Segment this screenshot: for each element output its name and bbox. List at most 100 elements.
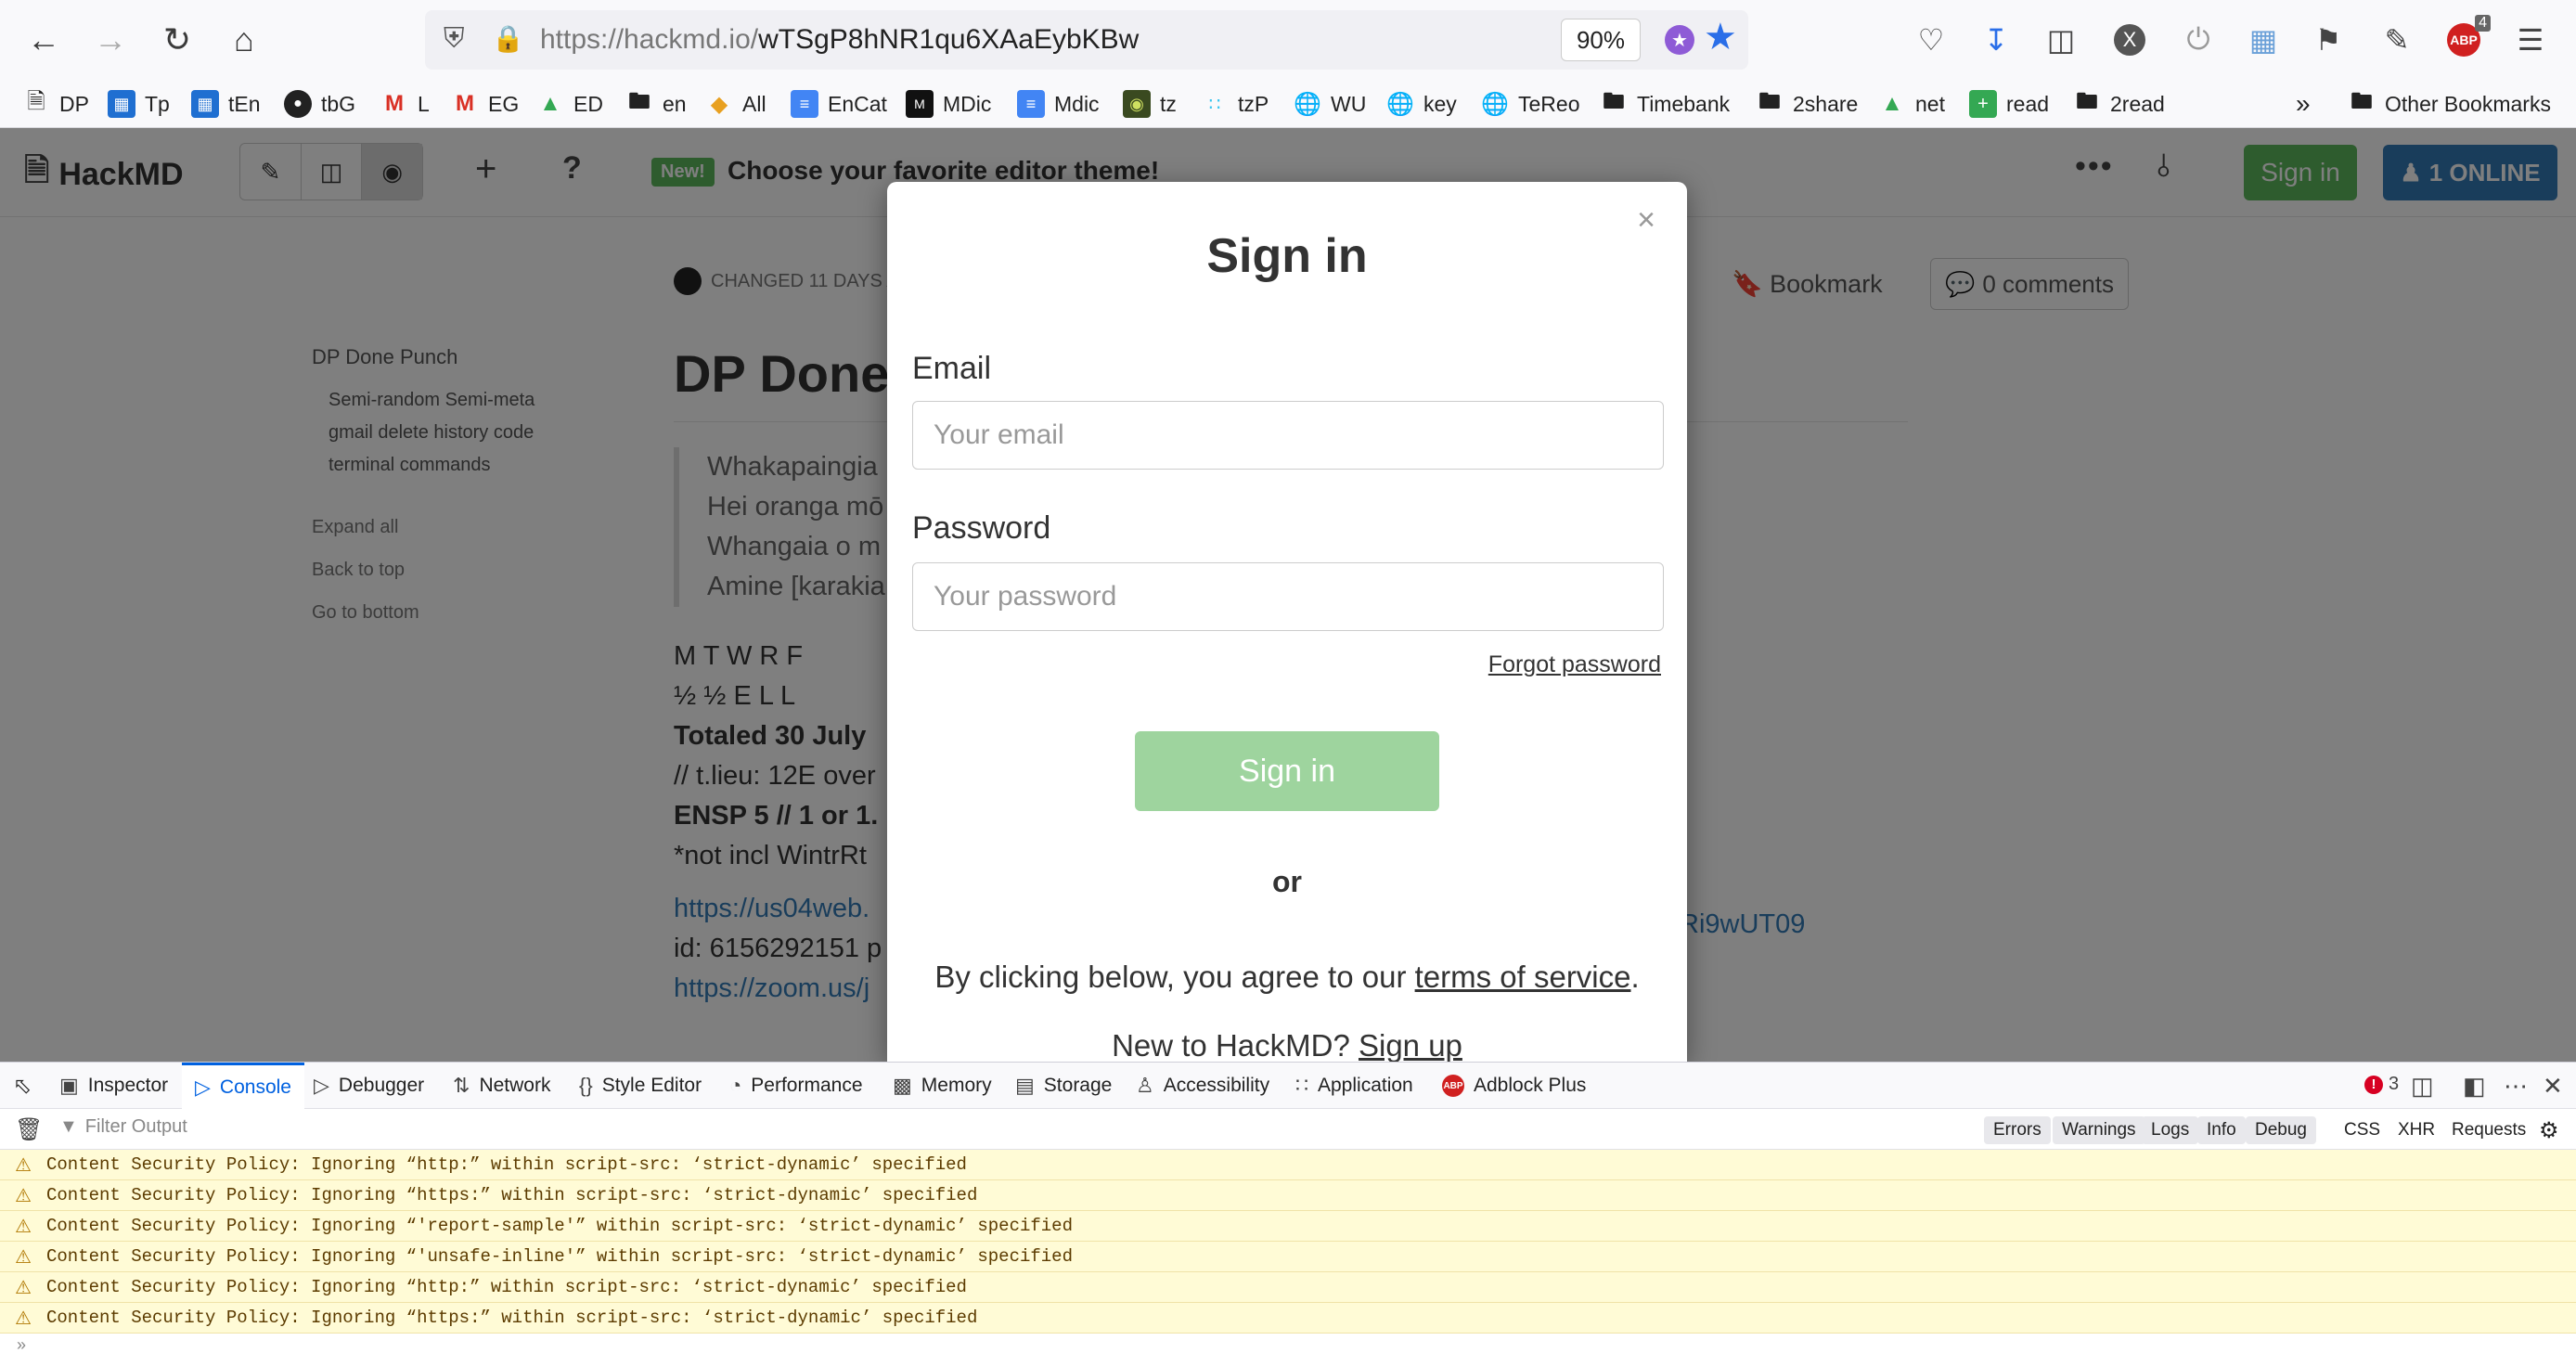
screenshot-icon[interactable]: ▦	[2242, 19, 2285, 61]
mdic-icon: M	[906, 90, 934, 118]
accessibility-icon: ♙	[1136, 1074, 1154, 1097]
bookmark-item[interactable]: ▲ net	[1878, 87, 1945, 121]
download-icon[interactable]: ↧	[1975, 19, 2017, 61]
url-bar[interactable]: ⛨ 🔒 https://hackmd.io/wTSgP8hNR1qu6XAaEy…	[425, 10, 1748, 70]
filter-output-input[interactable]: ▼ Filter Output	[59, 1116, 187, 1138]
url-path: wTSgP8hNR1qu6XAaEybKBw	[758, 24, 1140, 55]
other-bookmarks[interactable]: 🖿 Other Bookmarks	[2348, 87, 2551, 121]
drive-icon: ▲	[539, 91, 561, 116]
adblock-icon[interactable]: ABP 4	[2442, 15, 2491, 61]
gear-icon[interactable]: ⚙	[2530, 1116, 2569, 1144]
split-console-icon[interactable]: ◫	[2411, 1072, 2434, 1101]
tab-adblock-plus[interactable]: ABP Adblock Plus	[1442, 1063, 1586, 1109]
shield-icon[interactable]: ⛨	[444, 23, 465, 55]
bookmark-item[interactable]: 🌐 key	[1386, 87, 1457, 121]
power-icon[interactable]: ⏻	[2177, 19, 2220, 61]
log-message[interactable]: ⚠ Content Security Policy: Ignoring “http…	[0, 1180, 2576, 1211]
element-picker-icon[interactable]: ⬁	[13, 1063, 32, 1109]
bookmark-item[interactable]: M MDic	[906, 87, 991, 121]
bookmark-item[interactable]: + read	[1969, 87, 2049, 121]
tab-accessibility[interactable]: ♙ Accessibility	[1136, 1063, 1269, 1109]
signup-notice: New to HackMD? Sign up	[1112, 1028, 1462, 1063]
forgot-password-link[interactable]: Forgot password	[1488, 651, 1661, 678]
bookmark-item[interactable]: 🖿 en	[625, 87, 687, 121]
signin-modal: × Sign in Email Your email Password Your…	[887, 182, 1687, 1063]
tab-console[interactable]: ▷ Console	[182, 1063, 304, 1109]
back-arrow-icon[interactable]: ←	[20, 17, 67, 63]
modal-title: Sign in	[1206, 229, 1368, 283]
filter-debug-toggle[interactable]: Debug	[2246, 1116, 2316, 1144]
warning-icon: ⚠	[15, 1307, 32, 1329]
signup-link[interactable]: Sign up	[1359, 1028, 1462, 1063]
tab-inspector[interactable]: ▣ Inspector	[59, 1063, 168, 1109]
bookmark-item[interactable]: ≡ Mdic	[1017, 87, 1100, 121]
log-message[interactable]: ⚠ Content Security Policy: Ignoring “http…	[0, 1272, 2576, 1303]
password-field[interactable]: Your password	[912, 562, 1664, 631]
filter-errors-toggle[interactable]: Errors	[1984, 1116, 2051, 1144]
tab-style-editor[interactable]: {} Style Editor	[579, 1063, 702, 1109]
error-count-badge[interactable]: ! 3	[2364, 1074, 2399, 1095]
tab-memory[interactable]: ▩ Memory	[893, 1063, 992, 1109]
filter-xhr-toggle[interactable]: XHR	[2389, 1116, 2444, 1144]
tab-application[interactable]: ∷ Application	[1295, 1063, 1413, 1109]
url-text[interactable]: https://hackmd.io/wTSgP8hNR1qu6XAaEybKBw	[540, 24, 1139, 56]
github-icon: ●	[284, 90, 312, 118]
tab-network[interactable]: ⇅ Network	[453, 1063, 550, 1109]
console-filter-bar: 🗑 ▼ Filter Output Errors Warnings Logs In…	[0, 1109, 2576, 1150]
bookmark-item[interactable]: ▲ ED	[536, 87, 603, 121]
bookmark-star-icon[interactable]: ★	[1704, 16, 1737, 58]
menu-icon[interactable]: ☰	[2509, 19, 2552, 61]
dock-icon[interactable]: ◧	[2463, 1072, 2486, 1101]
devtools-menu-ellipsis-icon[interactable]: ⋯	[2504, 1072, 2529, 1101]
sidebar-icon[interactable]: ◫	[2040, 19, 2082, 61]
bookmark-item[interactable]: 🖿 2share	[1756, 87, 1858, 121]
bookmark-item[interactable]: ML	[380, 87, 430, 121]
console-input-chevron-icon[interactable]: »	[17, 1335, 26, 1353]
signin-submit-button[interactable]: Sign in	[1135, 731, 1439, 811]
bookmark-item[interactable]: ▦ tEn	[191, 87, 261, 121]
bookmarks-overflow-chevron-icon[interactable]: »	[2296, 87, 2311, 121]
reading-list-icon[interactable]: ⚑	[2307, 19, 2350, 61]
bookmark-item[interactable]: M EG	[451, 87, 519, 121]
filter-info-toggle[interactable]: Info	[2197, 1116, 2246, 1144]
filter-warnings-toggle[interactable]: Warnings	[2053, 1116, 2145, 1144]
bookmark-item[interactable]: 🌐 WU	[1294, 87, 1366, 121]
bookmark-item[interactable]: ∷ tzP	[1201, 87, 1269, 121]
tab-debugger[interactable]: ▷ Debugger	[314, 1063, 424, 1109]
log-message[interactable]: ⚠ Content Security Policy: Ignoring “'rep…	[0, 1211, 2576, 1242]
bookmark-item[interactable]: 🗎 DP	[22, 87, 89, 121]
bookmark-item[interactable]: 🖿 2read	[2073, 87, 2165, 121]
trello-icon: ▦	[191, 90, 219, 118]
x-extension-icon[interactable]: X	[2108, 19, 2151, 61]
lock-icon[interactable]: 🔒	[492, 23, 524, 54]
bookmark-item[interactable]: ◆ All	[705, 87, 766, 121]
bookmark-item[interactable]: ● tbG	[284, 87, 355, 121]
adblock-icon: ABP	[1442, 1075, 1464, 1097]
filter-requests-toggle[interactable]: Requests	[2442, 1116, 2535, 1144]
bookmark-item[interactable]: 🖿 Timebank	[1600, 87, 1730, 121]
close-devtools-icon[interactable]: ✕	[2543, 1072, 2563, 1101]
email-field[interactable]: Your email	[912, 401, 1664, 470]
log-message[interactable]: ⚠ Content Security Policy: Ignoring “http…	[0, 1303, 2576, 1334]
bookmark-item[interactable]: 🌐 TeReo	[1481, 87, 1579, 121]
bookmark-item[interactable]: ≡ EnCat	[791, 87, 887, 121]
eyedropper-icon[interactable]: ✎	[2376, 19, 2418, 61]
log-message[interactable]: ⚠ Content Security Policy: Ignoring “http…	[0, 1150, 2576, 1180]
filter-css-toggle[interactable]: CSS	[2335, 1116, 2389, 1144]
trash-icon[interactable]: 🗑	[15, 1116, 43, 1143]
bookmark-item[interactable]: ◉ tz	[1123, 87, 1177, 121]
zoom-level-badge[interactable]: 90%	[1561, 19, 1641, 61]
extension-star-icon[interactable]: ★	[1665, 25, 1694, 55]
terms-of-service-link[interactable]: terms of service	[1415, 960, 1631, 994]
pocket-icon[interactable]: ♡	[1910, 19, 1952, 61]
filter-logs-toggle[interactable]: Logs	[2142, 1116, 2199, 1144]
reload-icon[interactable]: ↻	[154, 17, 200, 63]
bookmark-item[interactable]: ▦ Tp	[108, 87, 170, 121]
tab-performance[interactable]: ◔ Performance	[729, 1063, 863, 1109]
warning-icon: ⚠	[15, 1245, 32, 1268]
log-message[interactable]: ⚠ Content Security Policy: Ignoring “'uns…	[0, 1242, 2576, 1272]
home-icon[interactable]: ⌂	[221, 17, 267, 63]
docs-icon: ≡	[791, 90, 818, 118]
tab-storage[interactable]: ▤ Storage	[1015, 1063, 1112, 1109]
forward-arrow-icon[interactable]: →	[87, 17, 134, 63]
